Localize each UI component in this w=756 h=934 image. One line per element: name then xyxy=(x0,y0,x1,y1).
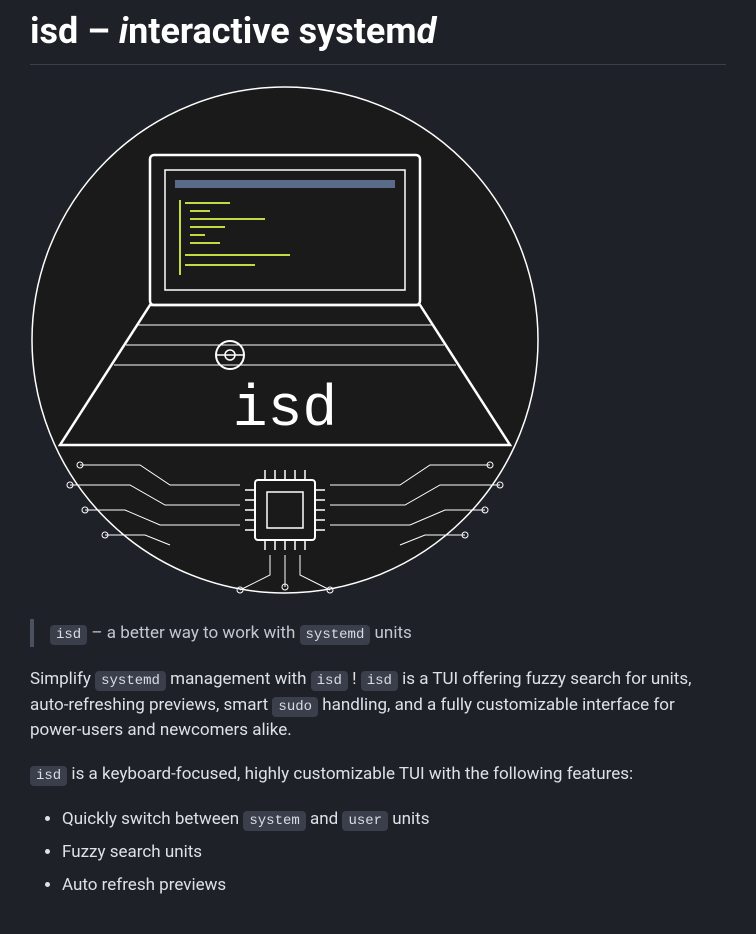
code-user: user xyxy=(342,811,388,831)
list-item: Auto refresh previews xyxy=(62,871,726,900)
title-divider xyxy=(30,64,726,65)
description-paragraph-2: isd is a keyboard-focused, highly custom… xyxy=(30,762,726,788)
code-isd: isd xyxy=(361,671,398,691)
code-isd: isd xyxy=(311,671,348,691)
code-sudo: sudo xyxy=(272,697,318,717)
features-list: Quickly switch between system and user u… xyxy=(30,805,726,900)
intro-blockquote: isd – a better way to work with systemd … xyxy=(30,619,726,647)
page-title: isd – interactive systemd xyxy=(30,10,726,52)
code-systemd: systemd xyxy=(300,625,371,645)
list-item: Quickly switch between system and user u… xyxy=(62,805,726,834)
logo-image: isd xyxy=(30,85,726,595)
code-system: system xyxy=(243,811,305,831)
code-systemd: systemd xyxy=(95,671,166,691)
isd-logo-icon: isd xyxy=(30,85,540,595)
description-paragraph-1: Simplify systemd management with isd ! i… xyxy=(30,667,726,744)
code-isd: isd xyxy=(30,766,67,786)
svg-text:isd: isd xyxy=(233,378,337,443)
list-item: Fuzzy search units xyxy=(62,838,726,867)
code-isd: isd xyxy=(50,625,87,645)
